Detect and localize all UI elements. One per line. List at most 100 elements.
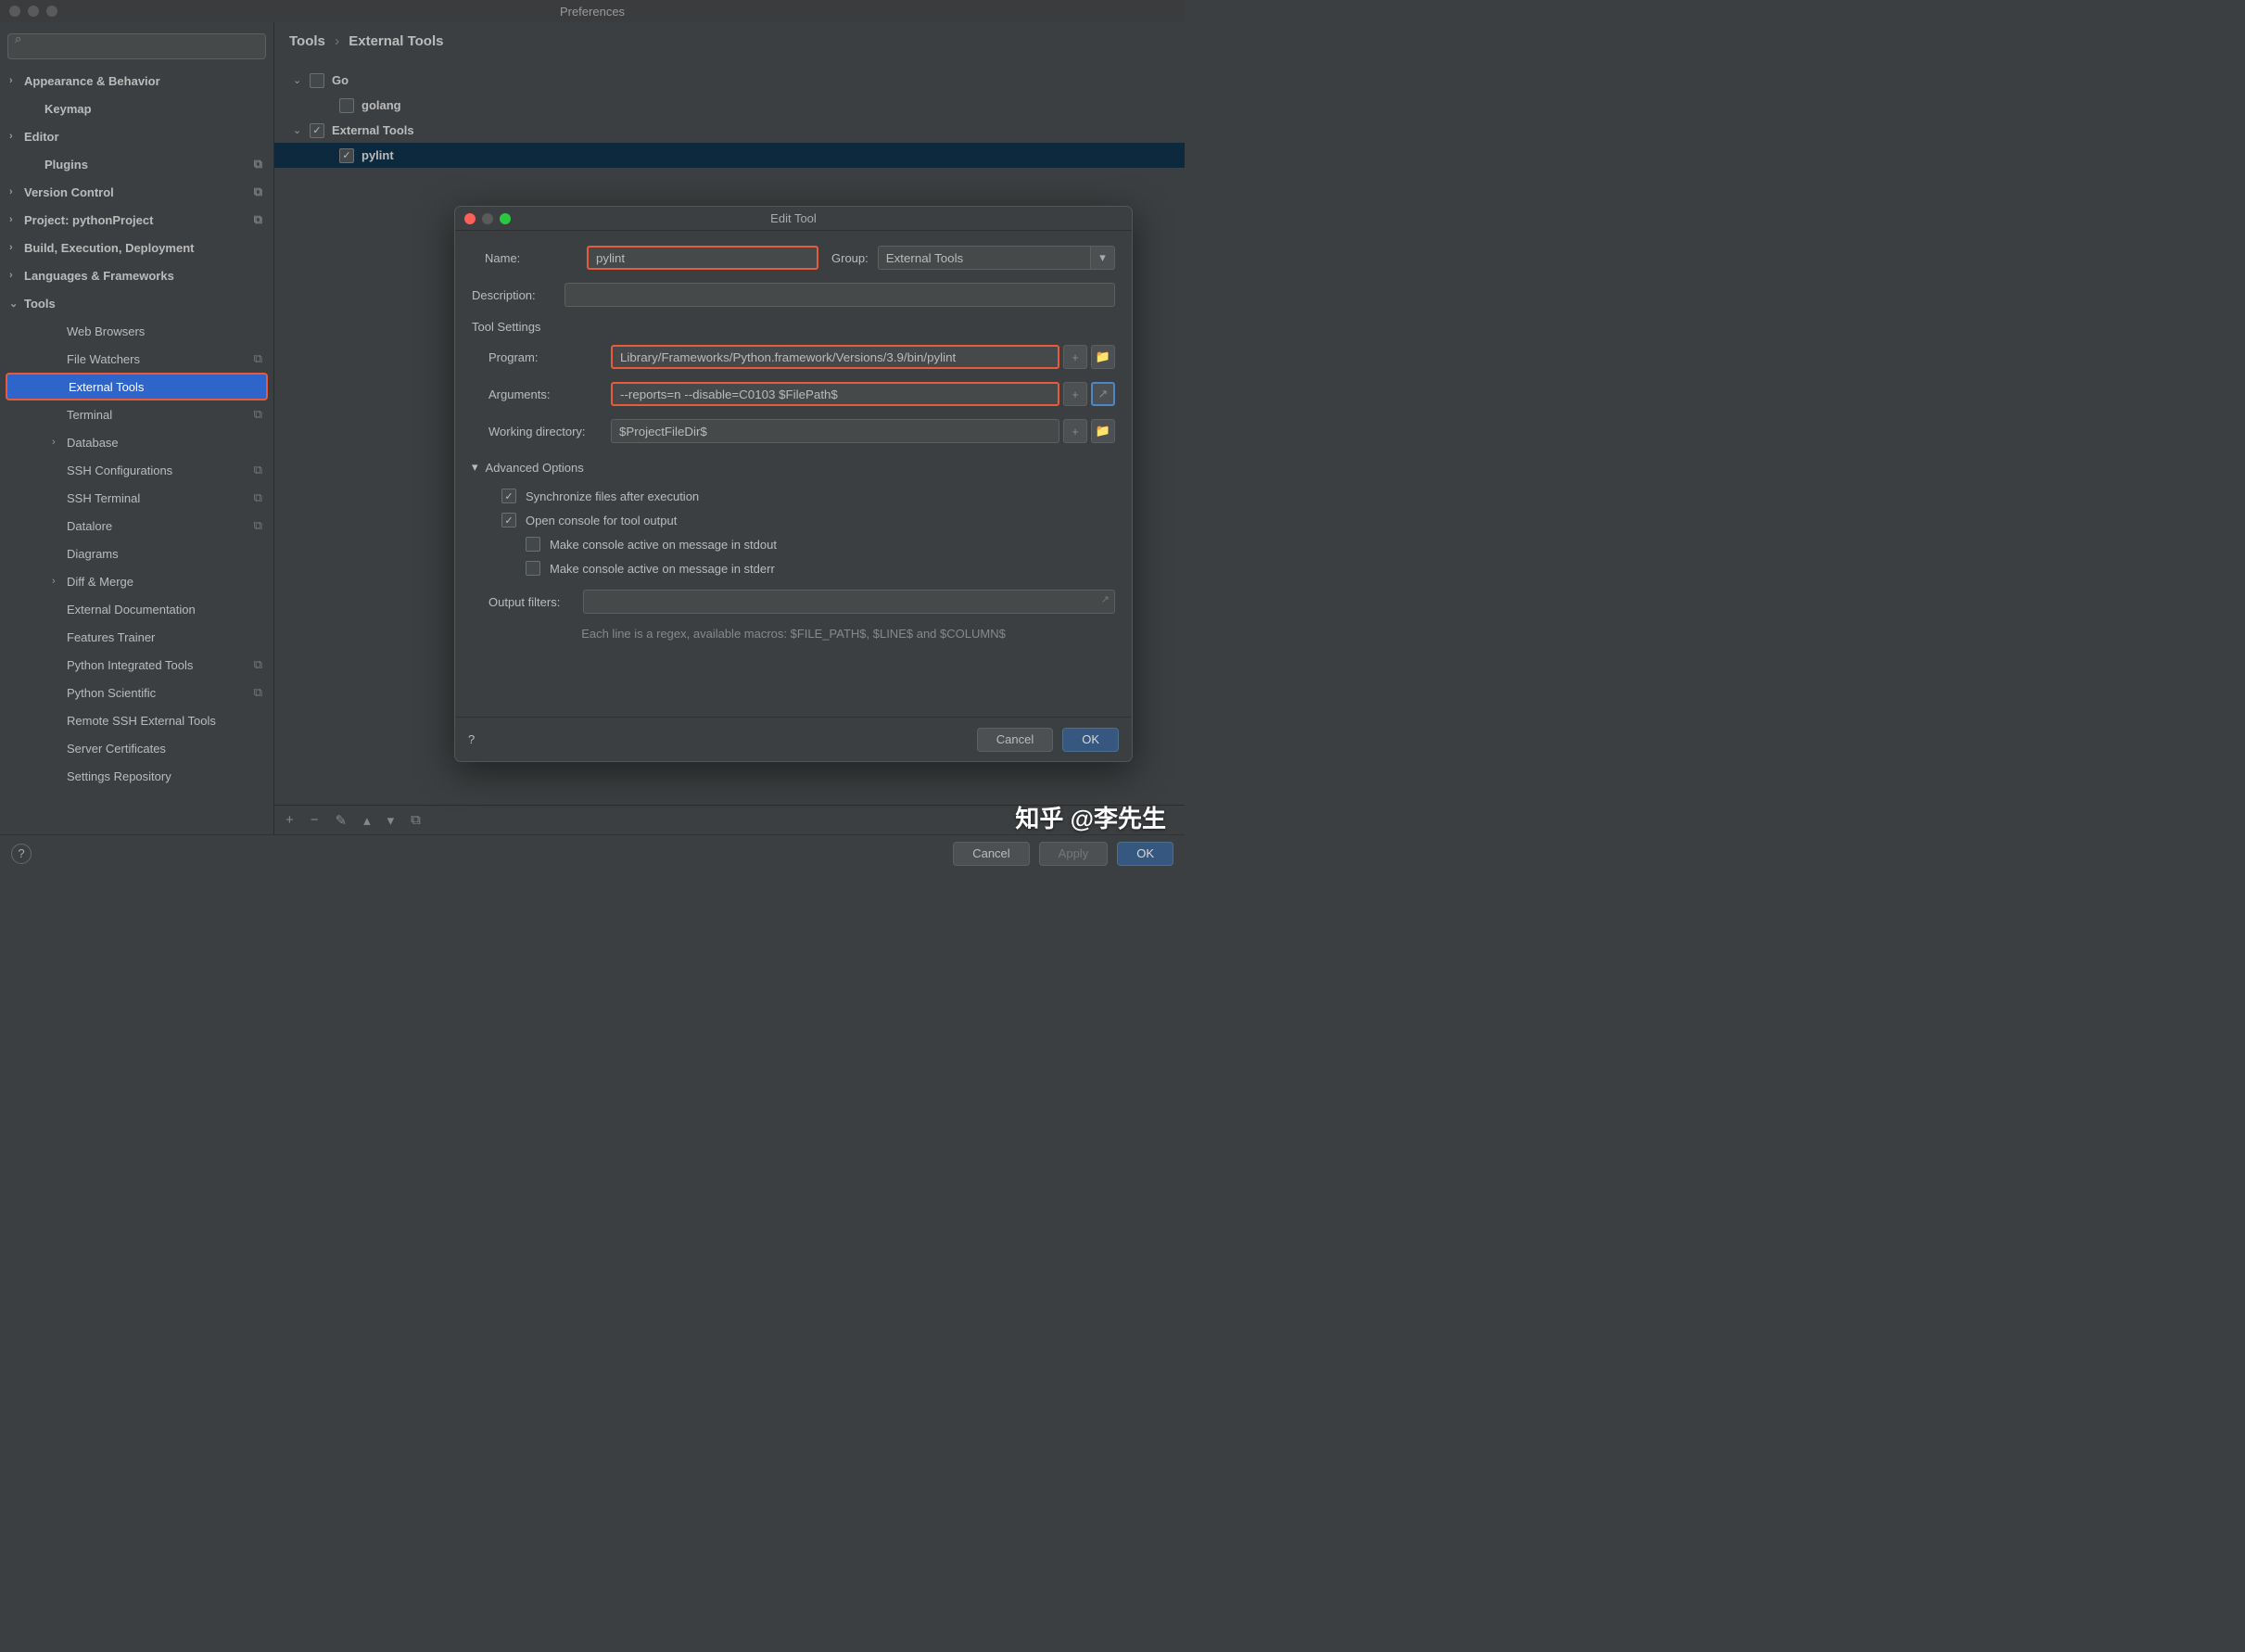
sidebar-item-server-certificates[interactable]: Server Certificates (0, 734, 273, 762)
insert-macro-icon[interactable]: + (1063, 345, 1087, 369)
description-input[interactable] (564, 283, 1115, 307)
preferences-footer: ? Cancel Apply OK (0, 834, 1185, 871)
sidebar-item-ssh-terminal[interactable]: SSH Terminal⧉ (0, 484, 273, 512)
copy-profile-icon: ⧉ (254, 490, 262, 505)
tree-row-pylint[interactable]: ✓pylint (274, 143, 1185, 168)
preferences-sidebar: ⌕ ›Appearance & BehaviorKeymap›EditorPlu… (0, 22, 274, 834)
close-dot[interactable] (9, 6, 20, 17)
program-label: Program: (472, 350, 611, 364)
breadcrumb: Tools › External Tools (274, 22, 1185, 60)
move-down-button[interactable]: ▾ (387, 812, 395, 829)
browse-folder-icon[interactable]: 📁 (1091, 345, 1115, 369)
sidebar-item-features-trainer[interactable]: Features Trainer (0, 623, 273, 651)
edit-button[interactable]: ✎ (336, 812, 348, 829)
dialog-close-dot[interactable] (464, 213, 476, 224)
tree-row-go[interactable]: ⌄Go (274, 68, 1185, 93)
copy-profile-icon: ⧉ (254, 685, 262, 700)
program-input[interactable] (611, 345, 1059, 369)
chevron-icon: › (9, 186, 24, 197)
chevron-icon: › (9, 75, 24, 86)
sidebar-item-keymap[interactable]: Keymap (0, 95, 273, 122)
copy-profile-icon: ⧉ (254, 212, 262, 227)
chevron-down-icon: ▾ (472, 460, 478, 475)
help-button[interactable]: ? (11, 844, 32, 864)
copy-button[interactable]: ⧉ (411, 812, 421, 828)
tree-row-golang[interactable]: golang (274, 93, 1185, 118)
stderr-active-option[interactable]: Make console active on message in stderr (472, 556, 1115, 580)
move-up-button[interactable]: ▴ (363, 812, 371, 829)
chevron-icon: › (52, 576, 67, 587)
min-dot[interactable] (28, 6, 39, 17)
name-label: Name: (485, 251, 577, 265)
chevron-down-icon[interactable]: ▾ (1091, 246, 1115, 270)
dialog-max-dot[interactable] (500, 213, 511, 224)
sidebar-item-python-integrated-tools[interactable]: Python Integrated Tools⧉ (0, 651, 273, 679)
advanced-options-toggle[interactable]: ▾ Advanced Options (472, 460, 1115, 475)
tool-settings-header: Tool Settings (472, 320, 1115, 334)
output-filters-label: Output filters: (472, 595, 583, 609)
working-dir-input[interactable] (611, 419, 1059, 443)
sidebar-item-appearance-behavior[interactable]: ›Appearance & Behavior (0, 67, 273, 95)
breadcrumb-root[interactable]: Tools (289, 33, 325, 49)
group-select[interactable] (878, 246, 1091, 270)
copy-profile-icon: ⧉ (254, 351, 262, 366)
sidebar-item-settings-repository[interactable]: Settings Repository (0, 762, 273, 790)
max-dot[interactable] (46, 6, 57, 17)
checkbox[interactable]: ✓ (339, 148, 354, 163)
browse-folder-icon[interactable]: 📁 (1091, 419, 1115, 443)
chevron-icon: › (52, 437, 67, 448)
breadcrumb-sep-icon: › (335, 33, 339, 49)
dialog-cancel-button[interactable]: Cancel (977, 728, 1053, 752)
arguments-input[interactable] (611, 382, 1059, 406)
sidebar-item-terminal[interactable]: Terminal⧉ (0, 400, 273, 428)
ok-button[interactable]: OK (1117, 842, 1173, 866)
output-filters-input[interactable] (583, 590, 1115, 614)
edit-tool-dialog: Edit Tool Name: Group: ▾ Description: To… (454, 206, 1133, 762)
checkbox[interactable]: ✓ (310, 123, 324, 138)
search-input[interactable] (7, 33, 266, 59)
sidebar-item-file-watchers[interactable]: File Watchers⧉ (0, 345, 273, 373)
sidebar-item-external-documentation[interactable]: External Documentation (0, 595, 273, 623)
sidebar-item-editor[interactable]: ›Editor (0, 122, 273, 150)
sidebar-item-version-control[interactable]: ›Version Control⧉ (0, 178, 273, 206)
sidebar-item-remote-ssh-external-tools[interactable]: Remote SSH External Tools (0, 706, 273, 734)
watermark-text: 知乎 @李先生 (1015, 800, 1166, 834)
cancel-button[interactable]: Cancel (953, 842, 1029, 866)
sidebar-item-tools[interactable]: ⌄Tools (0, 289, 273, 317)
sidebar-item-diagrams[interactable]: Diagrams (0, 540, 273, 567)
dialog-ok-button[interactable]: OK (1062, 728, 1119, 752)
insert-macro-icon[interactable]: + (1063, 382, 1087, 406)
sync-files-option[interactable]: ✓Synchronize files after execution (472, 484, 1115, 508)
output-filters-hint: Each line is a regex, available macros: … (472, 627, 1115, 641)
sidebar-item-ssh-configurations[interactable]: SSH Configurations⧉ (0, 456, 273, 484)
sidebar-item-external-tools[interactable]: External Tools (6, 373, 268, 400)
sidebar-item-python-scientific[interactable]: Python Scientific⧉ (0, 679, 273, 706)
checkbox[interactable] (339, 98, 354, 113)
open-console-option[interactable]: ✓Open console for tool output (472, 508, 1115, 532)
add-button[interactable]: + (285, 812, 294, 828)
checkbox[interactable] (310, 73, 324, 88)
insert-macro-icon[interactable]: + (1063, 419, 1087, 443)
mac-traffic-lights[interactable] (9, 6, 57, 17)
sidebar-item-plugins[interactable]: Plugins⧉ (0, 150, 273, 178)
external-tools-tree[interactable]: ⌄Gogolang⌄✓External Tools✓pylint (274, 60, 1185, 168)
apply-button[interactable]: Apply (1039, 842, 1109, 866)
remove-button[interactable]: − (311, 812, 319, 828)
name-input[interactable] (587, 246, 818, 270)
dialog-help-button[interactable]: ? (468, 732, 475, 746)
sidebar-item-languages-frameworks[interactable]: ›Languages & Frameworks (0, 261, 273, 289)
sidebar-item-database[interactable]: ›Database (0, 428, 273, 456)
sidebar-item-web-browsers[interactable]: Web Browsers (0, 317, 273, 345)
tree-row-external-tools[interactable]: ⌄✓External Tools (274, 118, 1185, 143)
window-titlebar: Preferences (0, 0, 1185, 22)
sidebar-item-build-execution-deployment[interactable]: ›Build, Execution, Deployment (0, 234, 273, 261)
sidebar-item-diff-merge[interactable]: ›Diff & Merge (0, 567, 273, 595)
sidebar-item-datalore[interactable]: Datalore⧉ (0, 512, 273, 540)
stdout-active-option[interactable]: Make console active on message in stdout (472, 532, 1115, 556)
breadcrumb-leaf: External Tools (349, 33, 443, 49)
group-label: Group: (831, 251, 869, 265)
dialog-min-dot[interactable] (482, 213, 493, 224)
copy-profile-icon: ⧉ (254, 407, 262, 422)
expand-icon[interactable]: ↗ (1091, 382, 1115, 406)
sidebar-item-project-pythonproject[interactable]: ›Project: pythonProject⧉ (0, 206, 273, 234)
